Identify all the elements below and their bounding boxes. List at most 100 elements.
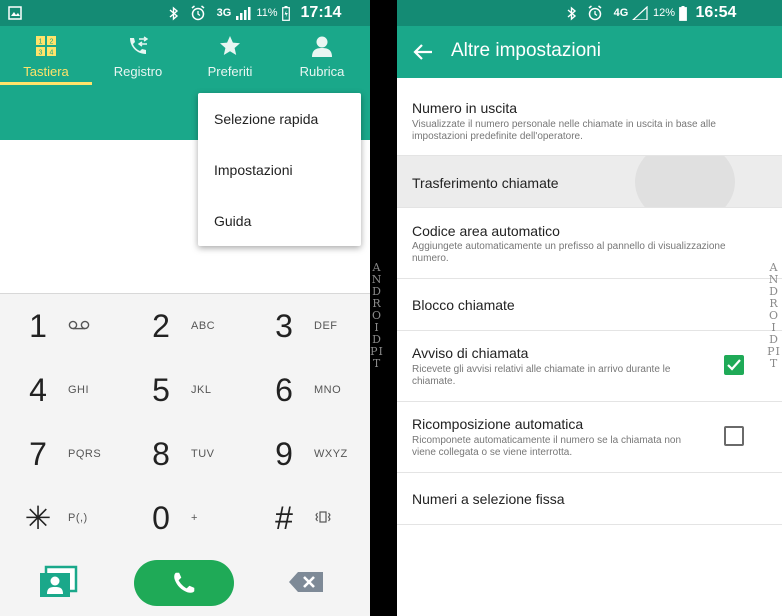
- dialer-tab-bar: 1234 Tastiera Registro Preferiti Rubrica: [0, 26, 370, 88]
- key-letters: TUV: [191, 448, 215, 460]
- setting-subtitle: Aggiungete automaticamente un prefisso a…: [412, 241, 726, 264]
- key-letters: JKL: [191, 384, 212, 396]
- clock: 16:54: [695, 4, 737, 21]
- signal-icon: [234, 0, 252, 26]
- key-digit: 9: [275, 435, 293, 472]
- dialpad: 1 2 ABC 3 DEF 4 GHI 5 JKL 6 MNO 7 PQRS 8…: [0, 294, 370, 552]
- setting-trasferimento-chiamate[interactable]: Trasferimento chiamate: [397, 156, 782, 208]
- gallery-notification-icon: [6, 0, 24, 26]
- network-type: 3G: [216, 7, 232, 19]
- tab-label: Preferiti: [207, 64, 253, 79]
- battery-icon: [280, 0, 292, 26]
- key-digit: 4: [29, 371, 47, 408]
- page-title: Altre impostazioni: [451, 40, 601, 61]
- setting-ricomposizione-automatica[interactable]: Ricomposizione automatica Ricomponete au…: [397, 402, 782, 473]
- key-star[interactable]: ✳ P(,): [20, 486, 143, 550]
- setting-numero-in-uscita[interactable]: Numero in uscita Visualizzate il numero …: [397, 92, 782, 156]
- setting-subtitle: Ricomponete automaticamente il numero se…: [412, 435, 682, 458]
- battery-percent: 12%: [652, 7, 676, 19]
- key-8[interactable]: 8 TUV: [143, 422, 266, 486]
- checkmark-icon: [727, 359, 741, 371]
- key-3[interactable]: 3 DEF: [266, 294, 370, 358]
- setting-subtitle: Ricevete gli avvisi relativi alle chiama…: [412, 364, 671, 387]
- vibrate-icon: [314, 510, 332, 527]
- key-hash[interactable]: #: [266, 486, 370, 550]
- touch-ripple: [635, 156, 735, 207]
- key-0[interactable]: 0 +: [143, 486, 266, 550]
- back-arrow-icon[interactable]: [409, 38, 437, 66]
- setting-title: Numeri a selezione fissa: [412, 491, 565, 507]
- setting-title: Codice area automatico: [412, 223, 560, 239]
- clock: 17:14: [300, 4, 342, 21]
- setting-avviso-di-chiamata[interactable]: Avviso di chiamata Ricevete gli avvisi r…: [397, 331, 782, 402]
- key-digit: #: [275, 499, 293, 536]
- signal-icon: [631, 0, 649, 26]
- key-letters: DEF: [314, 320, 338, 332]
- key-letters: WXYZ: [314, 448, 348, 460]
- setting-title: Avviso di chiamata: [412, 345, 529, 361]
- contacts-icon[interactable]: [38, 565, 78, 599]
- svg-text:1: 1: [39, 39, 43, 46]
- key-2[interactable]: 2 ABC: [143, 294, 266, 358]
- key-letters: PQRS: [68, 448, 102, 460]
- key-digit: 3: [275, 307, 293, 344]
- backspace-icon[interactable]: [288, 571, 324, 593]
- dialer-action-bar: [0, 552, 370, 616]
- tab-rubrica[interactable]: Rubrica: [276, 26, 368, 88]
- key-digit: 0: [152, 499, 170, 536]
- tab-tastiera[interactable]: 1234 Tastiera: [0, 26, 92, 88]
- tab-preferiti[interactable]: Preferiti: [184, 26, 276, 88]
- call-log-icon: [126, 34, 150, 58]
- key-9[interactable]: 9 WXYZ: [266, 422, 370, 486]
- key-6[interactable]: 6 MNO: [266, 358, 370, 422]
- status-bar: 3G 11% 17:14: [0, 0, 370, 26]
- checkbox-unchecked[interactable]: [724, 426, 744, 446]
- alarm-icon: [585, 0, 605, 26]
- setting-title: Ricomposizione automatica: [412, 416, 584, 432]
- setting-subtitle: Visualizzate il numero personale nelle c…: [412, 119, 716, 142]
- phone-icon: [174, 572, 195, 593]
- key-1[interactable]: 1: [20, 294, 143, 358]
- key-7[interactable]: 7 PQRS: [20, 422, 143, 486]
- setting-blocco-chiamate[interactable]: Blocco chiamate: [397, 279, 782, 331]
- key-4[interactable]: 4 GHI: [20, 358, 143, 422]
- setting-title: Trasferimento chiamate: [412, 175, 559, 191]
- key-letters: +: [191, 512, 198, 524]
- checkbox-checked[interactable]: [724, 355, 744, 375]
- key-letters: GHI: [68, 384, 90, 396]
- network-type: 4G: [613, 7, 629, 19]
- svg-text:2: 2: [50, 39, 54, 46]
- menu-item-selezione-rapida[interactable]: Selezione rapida: [198, 93, 361, 144]
- person-icon: [310, 34, 334, 58]
- active-tab-indicator: [0, 82, 92, 85]
- alarm-icon: [188, 0, 208, 26]
- setting-numeri-a-selezione-fissa[interactable]: Numeri a selezione fissa: [397, 473, 782, 525]
- list-padding: [397, 78, 782, 92]
- settings-screen: 4G 12% 16:54 Altre impostazioni Numero i…: [397, 0, 782, 616]
- status-bar: 4G 12% 16:54: [397, 0, 782, 26]
- key-digit: 8: [152, 435, 170, 472]
- svg-text:3: 3: [39, 50, 43, 57]
- bluetooth-icon: [166, 0, 182, 26]
- key-letters: ABC: [191, 320, 216, 332]
- tab-registro[interactable]: Registro: [92, 26, 184, 88]
- key-5[interactable]: 5 JKL: [143, 358, 266, 422]
- dialpad-icon: 1234: [34, 34, 58, 58]
- battery-icon: [677, 0, 689, 26]
- call-button[interactable]: [134, 560, 234, 606]
- battery-percent: 11%: [256, 7, 278, 19]
- setting-title: Blocco chiamate: [412, 297, 515, 313]
- dialer-screen: 3G 11% 17:14 1234 Tastiera Registro Pref…: [0, 0, 370, 616]
- app-bar: Altre impostazioni: [397, 26, 782, 78]
- key-digit: 1: [29, 307, 47, 344]
- setting-title: Numero in uscita: [412, 100, 518, 116]
- key-letters: MNO: [314, 384, 342, 396]
- menu-item-guida[interactable]: Guida: [198, 195, 361, 246]
- svg-text:4: 4: [50, 50, 54, 57]
- key-digit: 6: [275, 371, 293, 408]
- tab-label: Tastiera: [23, 64, 69, 79]
- menu-item-impostazioni[interactable]: Impostazioni: [198, 144, 361, 195]
- bluetooth-icon: [564, 0, 580, 26]
- setting-codice-area-automatico[interactable]: Codice area automatico Aggiungete automa…: [397, 208, 782, 279]
- watermark: ANDROIDPIT: [767, 261, 781, 370]
